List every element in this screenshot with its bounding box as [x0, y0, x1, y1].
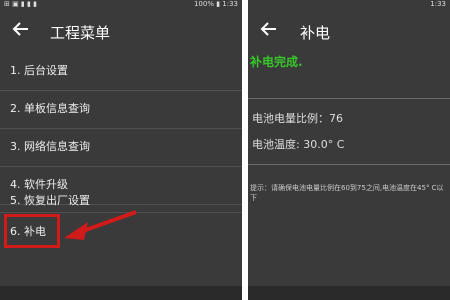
status-icons: ⊞ ▣ ▮ ▮ ▮: [4, 0, 37, 8]
red-pointer-arrow-icon: [64, 210, 137, 240]
divider: [248, 164, 450, 165]
status-bar: ⊞ ▣ ▮ ▮ ▮ 100% ▮ 1:33: [0, 0, 242, 10]
back-arrow-icon[interactable]: [260, 20, 278, 38]
menu-item-network-info[interactable]: 3. 网络信息查询: [0, 128, 242, 167]
menu-item-board-info[interactable]: 2. 单板信息查询: [0, 90, 242, 129]
menu-item-label: 2. 单板信息查询: [10, 102, 90, 115]
highlight-box: [4, 214, 60, 248]
recharge-screen: 1:33 补电 补电完成. 电池电量比例：76 电池温度: 30.0° C 提示…: [248, 0, 450, 300]
app-bar: 补电: [248, 10, 450, 52]
back-arrow-icon[interactable]: [12, 20, 30, 38]
app-bar: 工程菜单: [0, 10, 242, 52]
page-title: 工程菜单: [50, 24, 111, 42]
menu-item-label: 1. 后台设置: [10, 64, 68, 77]
hint-text: 提示：请确保电池电量比例在60到75之间,电池温度在45° C以下: [250, 184, 444, 202]
menu-item-label: 3. 网络信息查询: [10, 140, 90, 153]
battery-temperature: 电池温度: 30.0° C: [252, 138, 345, 151]
status-battery-time: 100% ▮ 1:33: [193, 0, 238, 8]
battery-ratio: 电池电量比例：76: [252, 112, 343, 125]
recharge-status: 补电完成.: [250, 55, 303, 69]
navigation-bar: [0, 286, 242, 300]
page-title: 补电: [300, 24, 331, 42]
engineering-menu-screen: ⊞ ▣ ▮ ▮ ▮ 100% ▮ 1:33 工程菜单 1. 后台设置 2. 单板…: [0, 0, 242, 300]
navigation-bar: [248, 286, 450, 300]
status-bar: 1:33: [248, 0, 450, 10]
status-time: 1:33: [430, 0, 446, 8]
menu-item-background-settings[interactable]: 1. 后台设置: [0, 52, 242, 91]
divider: [248, 98, 450, 99]
